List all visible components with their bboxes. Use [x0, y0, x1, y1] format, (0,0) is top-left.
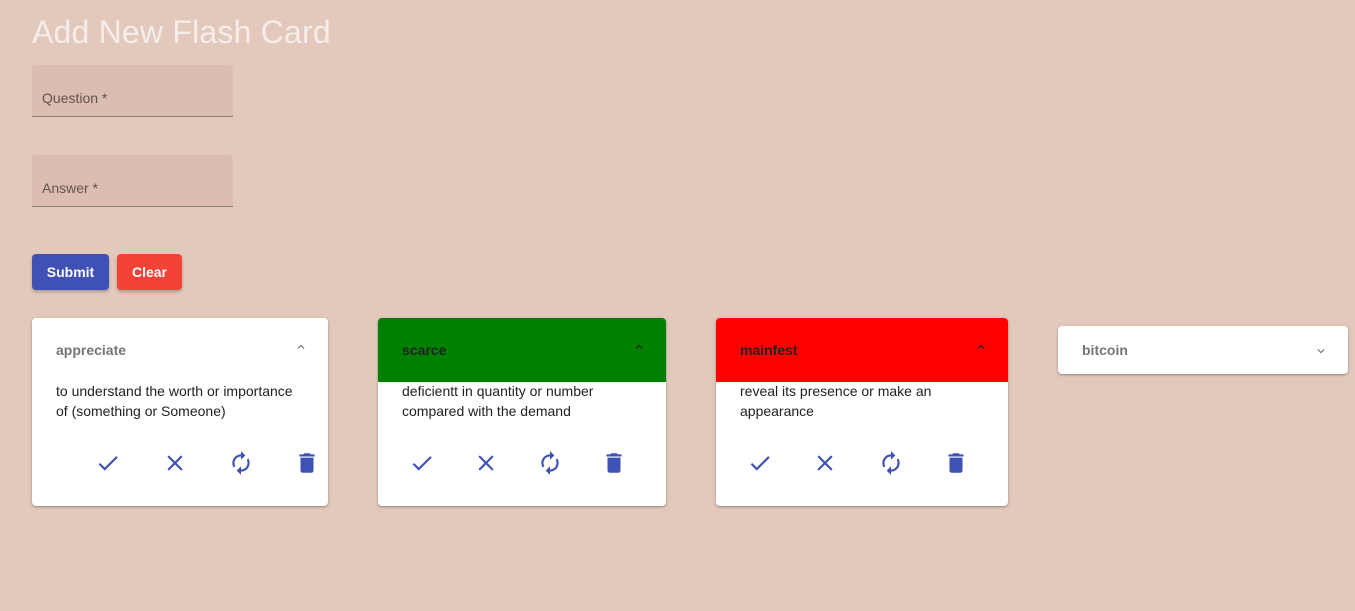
card-header[interactable]: appreciate — [32, 318, 328, 382]
question-input[interactable] — [32, 65, 233, 116]
page-title: Add New Flash Card — [32, 14, 331, 50]
card-question: scarce — [402, 342, 447, 358]
close-icon[interactable] — [162, 450, 188, 476]
card-answer: reveal its presence or make an appearanc… — [740, 383, 932, 419]
chevron-down-icon[interactable] — [1314, 344, 1328, 358]
flash-card: mainfest reveal its presence or make an … — [716, 318, 1008, 506]
submit-button[interactable]: Submit — [32, 254, 109, 290]
question-field[interactable] — [32, 65, 233, 117]
delete-icon[interactable] — [943, 450, 969, 476]
card-header[interactable]: mainfest — [716, 318, 1008, 382]
card-answer: to understand the worth or importance of… — [56, 383, 293, 419]
card-answer: deficientt in quantity or number compare… — [402, 383, 594, 419]
delete-icon[interactable] — [294, 450, 320, 476]
answer-field[interactable] — [32, 155, 233, 207]
card-question: mainfest — [740, 342, 798, 358]
card-question: appreciate — [56, 342, 127, 358]
check-icon[interactable] — [95, 450, 121, 476]
refresh-icon[interactable] — [878, 450, 904, 476]
delete-icon[interactable] — [601, 450, 627, 476]
card-question: bitcoin — [1082, 342, 1128, 358]
chevron-up-icon[interactable] — [632, 340, 646, 354]
close-icon[interactable] — [473, 450, 499, 476]
clear-button[interactable]: Clear — [117, 254, 182, 290]
check-icon[interactable] — [747, 450, 773, 476]
refresh-icon[interactable] — [537, 450, 563, 476]
flash-card: appreciate to understand the worth or im… — [32, 318, 328, 506]
card-header[interactable]: scarce — [378, 318, 666, 382]
chevron-up-icon[interactable] — [974, 340, 988, 354]
flash-card: scarce deficientt in quantity or number … — [378, 318, 666, 506]
flash-card-collapsed[interactable]: bitcoin — [1058, 326, 1348, 374]
close-icon[interactable] — [812, 450, 838, 476]
answer-input[interactable] — [32, 155, 233, 206]
refresh-icon[interactable] — [228, 450, 254, 476]
chevron-up-icon[interactable] — [294, 340, 308, 354]
check-icon[interactable] — [409, 450, 435, 476]
